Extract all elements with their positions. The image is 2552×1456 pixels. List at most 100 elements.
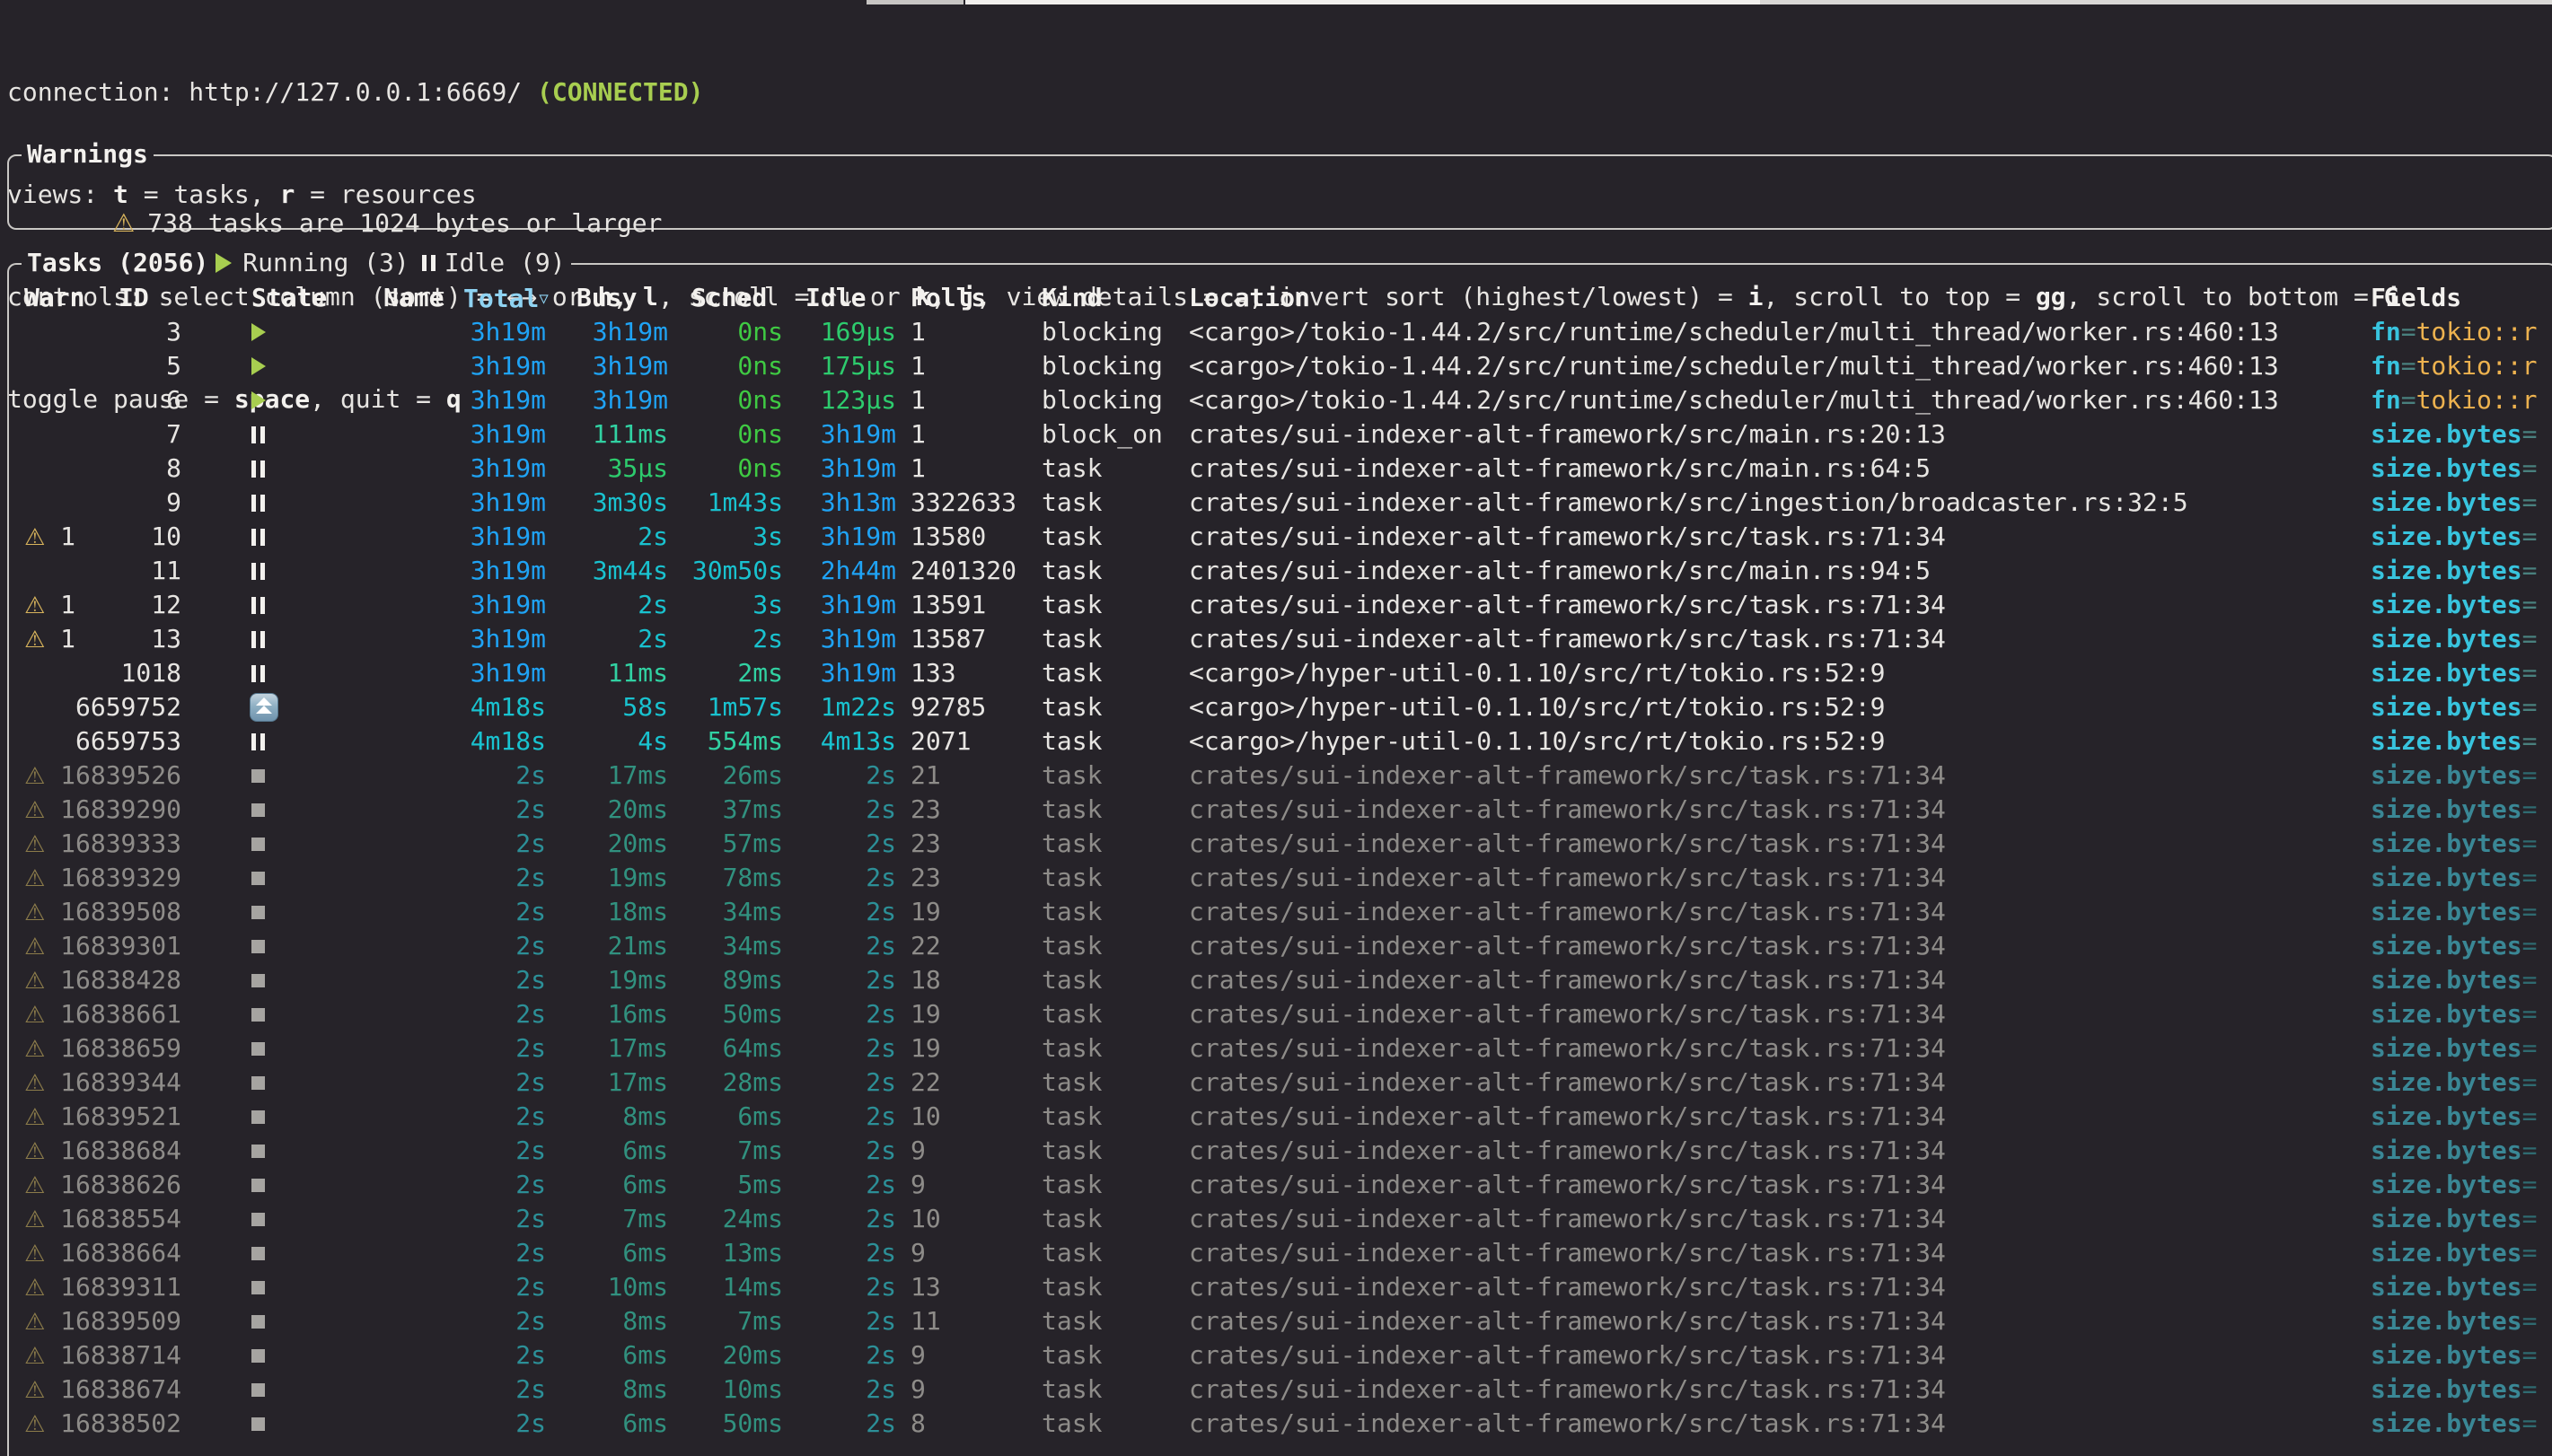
task-row[interactable]: ⚠ 168395212s8ms6ms2s10taskcrates/sui-ind… xyxy=(9,1100,2552,1134)
state-completed-icon xyxy=(251,769,265,783)
task-row[interactable]: ⚠ 168386842s6ms7ms2s9taskcrates/sui-inde… xyxy=(9,1134,2552,1168)
task-row[interactable]: ⚠ 168393442s17ms28ms2s22taskcrates/sui-i… xyxy=(9,1066,2552,1100)
state-idle-icon xyxy=(251,563,265,580)
state-cell xyxy=(251,1407,265,1441)
column-header-fields[interactable]: Fields xyxy=(2371,281,2461,315)
field-key: size.bytes xyxy=(2371,1340,2522,1370)
column-header-name[interactable]: Name xyxy=(383,281,444,315)
total-cell: 2s xyxy=(415,1066,546,1100)
task-row[interactable]: 66597534m18s4s554ms4m13s2071task<cargo>/… xyxy=(9,724,2552,759)
task-row[interactable]: 33h19m3h19m0ns169µs1blocking<cargo>/toki… xyxy=(9,315,2552,349)
column-header-id[interactable]: ID xyxy=(119,281,149,315)
idle-cell: 2s xyxy=(787,1338,896,1373)
state-cell xyxy=(251,1338,265,1373)
column-header-state[interactable]: State xyxy=(251,281,327,315)
warn-cell: ⚠ 1 xyxy=(24,1236,75,1271)
sched-cell: 26ms xyxy=(673,759,783,793)
state-cell xyxy=(251,315,266,349)
task-row[interactable]: ⚠ 168393012s21ms34ms2s22taskcrates/sui-i… xyxy=(9,929,2552,963)
task-id-cell: 6838502 xyxy=(70,1407,181,1441)
field-key: size.bytes xyxy=(2371,1374,2522,1404)
state-cell xyxy=(251,383,266,417)
idle-cell: 2s xyxy=(787,1066,896,1100)
fields-cell: size.bytes= xyxy=(2371,417,2550,452)
task-row[interactable]: 53h19m3h19m0ns175µs1blocking<cargo>/toki… xyxy=(9,349,2552,383)
duration-value: 3s xyxy=(752,522,783,551)
task-row[interactable]: 63h19m3h19m0ns123µs1blocking<cargo>/toki… xyxy=(9,383,2552,417)
state-cell xyxy=(251,417,265,452)
task-row[interactable]: ⚠ 168395262s17ms26ms2s21taskcrates/sui-i… xyxy=(9,759,2552,793)
polls-cell: 2071 xyxy=(911,724,971,759)
task-row[interactable]: ⚠ 168384282s19ms89ms2s18taskcrates/sui-i… xyxy=(9,963,2552,997)
task-id-cell: 6839508 xyxy=(70,895,181,929)
task-row[interactable]: 10183h19m11ms2ms3h19m133task<cargo>/hype… xyxy=(9,656,2552,690)
location-cell: crates/sui-indexer-alt-framework/src/mai… xyxy=(1189,554,1931,588)
field-equals: = xyxy=(2522,931,2538,960)
field-equals: = xyxy=(2522,863,2538,892)
task-row[interactable]: ⚠ 168393292s19ms78ms2s23taskcrates/sui-i… xyxy=(9,861,2552,895)
location-cell: crates/sui-indexer-alt-framework/src/tas… xyxy=(1189,759,1946,793)
kind-cell: task xyxy=(1042,656,1102,690)
idle-cell: 3h19m xyxy=(787,452,896,486)
task-row[interactable]: ⚠ 168386612s16ms50ms2s19taskcrates/sui-i… xyxy=(9,997,2552,1031)
duration-value: 2s xyxy=(866,1340,896,1370)
task-row[interactable]: 73h19m111ms0ns3h19m1block_oncrates/sui-i… xyxy=(9,417,2552,452)
sched-cell: 34ms xyxy=(673,895,783,929)
task-id-cell: 6839344 xyxy=(70,1066,181,1100)
fields-cell: size.bytes= xyxy=(2371,963,2550,997)
warn-cell: ⚠ 1 xyxy=(24,1202,75,1237)
column-header-sched[interactable]: Sched xyxy=(691,281,767,315)
connection-status: (CONNECTED) xyxy=(537,77,703,107)
column-header-location[interactable]: Location xyxy=(1189,281,1310,315)
duration-value: 2s xyxy=(638,522,668,551)
task-row[interactable]: ⚠ 168386592s17ms64ms2s19taskcrates/sui-i… xyxy=(9,1031,2552,1066)
duration-value: 34ms xyxy=(723,931,783,960)
duration-value: 2s xyxy=(866,829,896,858)
task-row[interactable]: ⚠ 1103h19m2s3s3h19m13580taskcrates/sui-i… xyxy=(9,520,2552,554)
task-id-cell: 6839301 xyxy=(70,929,181,963)
idle-cell: 2s xyxy=(787,1270,896,1304)
warnings-panel: Warnings ⚠738 tasks are 1024 bytes or la… xyxy=(7,154,2552,230)
column-header-idle[interactable]: Idle xyxy=(805,281,866,315)
task-row[interactable]: ⚠ 1123h19m2s3s3h19m13591taskcrates/sui-i… xyxy=(9,588,2552,622)
task-row[interactable]: ⚠ 168385542s7ms24ms2s10taskcrates/sui-in… xyxy=(9,1202,2552,1236)
column-header-kind[interactable]: Kind xyxy=(1042,281,1102,315)
warning-icon: ⚠ xyxy=(24,1206,45,1233)
column-header-busy[interactable]: Busy xyxy=(576,281,637,315)
field-equals: = xyxy=(2522,624,2538,653)
busy-cell: 2s xyxy=(553,520,668,554)
state-woken-icon xyxy=(250,693,278,722)
task-row[interactable]: ⚠ 168387142s6ms20ms2s9taskcrates/sui-ind… xyxy=(9,1338,2552,1373)
kind-cell: task xyxy=(1042,1031,1102,1066)
task-row[interactable]: ⚠ 168393332s20ms57ms2s23taskcrates/sui-i… xyxy=(9,827,2552,861)
warning-icon: ⚠ xyxy=(24,968,45,995)
task-row[interactable]: ⚠ 168386642s6ms13ms2s9taskcrates/sui-ind… xyxy=(9,1236,2552,1270)
duration-value: 50ms xyxy=(723,1408,783,1438)
state-completed-icon xyxy=(251,906,265,919)
sched-cell: 50ms xyxy=(673,997,783,1031)
location-cell: crates/sui-indexer-alt-framework/src/tas… xyxy=(1189,827,1946,861)
task-row[interactable]: 83h19m35µs0ns3h19m1taskcrates/sui-indexe… xyxy=(9,452,2552,486)
task-row[interactable]: ⚠ 168386742s8ms10ms2s9taskcrates/sui-ind… xyxy=(9,1373,2552,1407)
task-row[interactable]: 113h19m3m44s30m50s2h44m2401320taskcrates… xyxy=(9,554,2552,588)
window-edge-segment xyxy=(867,0,964,4)
column-header-polls[interactable]: Polls xyxy=(911,281,986,315)
field-value: tokio::r xyxy=(2416,317,2538,346)
state-running-icon xyxy=(251,357,266,375)
duration-value: 2s xyxy=(515,1170,546,1199)
duration-value: 2s xyxy=(515,760,546,790)
column-header-total[interactable]: Total▿ xyxy=(463,281,549,316)
task-row[interactable]: ⚠ 168386262s6ms5ms2s9taskcrates/sui-inde… xyxy=(9,1168,2552,1202)
task-row[interactable]: ⚠ 1133h19m2s2s3h19m13587taskcrates/sui-i… xyxy=(9,622,2552,656)
task-row[interactable]: 66597524m18s58s1m57s1m22s92785task<cargo… xyxy=(9,690,2552,724)
task-row[interactable]: ⚠ 168395092s8ms7ms2s11taskcrates/sui-ind… xyxy=(9,1304,2552,1338)
column-header-warn[interactable]: Warn xyxy=(24,281,84,315)
fields-cell: size.bytes= xyxy=(2371,793,2550,827)
task-row[interactable]: ⚠ 168385022s6ms50ms2s8taskcrates/sui-ind… xyxy=(9,1407,2552,1441)
task-row[interactable]: ⚠ 168392902s20ms37ms2s23taskcrates/sui-i… xyxy=(9,793,2552,827)
task-row[interactable]: 93h19m3m30s1m43s3h13m3322633taskcrates/s… xyxy=(9,486,2552,520)
duration-value: 2s xyxy=(866,760,896,790)
task-row[interactable]: ⚠ 168395082s18ms34ms2s19taskcrates/sui-i… xyxy=(9,895,2552,929)
kind-cell: task xyxy=(1042,1168,1102,1202)
task-row[interactable]: ⚠ 168393112s10ms14ms2s13taskcrates/sui-i… xyxy=(9,1270,2552,1304)
